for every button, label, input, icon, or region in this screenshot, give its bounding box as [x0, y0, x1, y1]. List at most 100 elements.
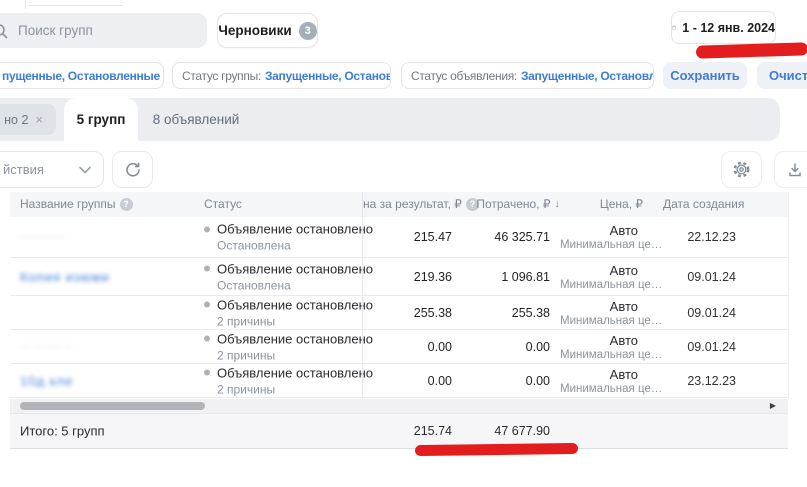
- tab-groups[interactable]: 5 групп: [64, 98, 138, 141]
- red-marker-under-totals: [415, 443, 578, 456]
- group-search-field[interactable]: [0, 13, 207, 48]
- chevron-down-icon: [79, 166, 91, 174]
- status-subtext: 2 причины: [217, 314, 373, 328]
- column-header-name: Название группы ?: [20, 192, 133, 217]
- price-cell: Авто Минимальная це…: [560, 333, 642, 361]
- column-header-name-label: Название группы: [20, 192, 116, 217]
- spent-value: 0.00: [470, 340, 550, 354]
- drafts-label: Черновики: [218, 23, 291, 38]
- status-subtext: Остановлена: [217, 239, 373, 253]
- status-dot-icon: [204, 302, 210, 308]
- date-range-picker[interactable]: 1 - 12 янв. 2024: [671, 11, 776, 44]
- column-header-cost-per-result[interactable]: на за результат, ₽ ?: [363, 192, 479, 217]
- cutoff-fragment-line: [25, 0, 26, 9]
- spent-value: 255.38: [470, 306, 550, 320]
- filter-chip-group-status[interactable]: Статус группы: Запущенные, Остановленные…: [172, 62, 391, 89]
- status-cell: Объявление остановлено 2 причины: [204, 297, 373, 328]
- filter-chip-label: Статус группы:: [182, 69, 261, 83]
- search-input[interactable]: [16, 22, 180, 39]
- price-strategy: Минимальная це…: [560, 383, 642, 395]
- filter-chip-value: Запущенные, Остановленные: [521, 69, 654, 83]
- created-date: 09.01.24: [650, 340, 736, 354]
- group-name-link[interactable]: Копия изюми: [20, 269, 110, 284]
- column-header-spent[interactable]: Потрачено, ₽ ↓: [465, 192, 560, 217]
- created-date: 09.01.24: [650, 306, 736, 320]
- cost-per-result-value: 255.38: [362, 306, 452, 320]
- status-cell: Объявление остановлено Остановлена: [204, 222, 373, 253]
- filter-chip-label: Статус объявления:: [411, 69, 517, 83]
- status-text: Объявление остановлено: [217, 331, 373, 346]
- group-name-link[interactable]: ∙∙∙∙∙∙∙∙∙∙∙∙: [20, 232, 65, 243]
- close-icon[interactable]: ×: [35, 112, 43, 127]
- red-marker-under-date: [696, 42, 807, 59]
- price-mode: Авто: [560, 263, 642, 278]
- column-header-status: Статус: [204, 192, 242, 217]
- status-text: Объявление остановлено: [217, 365, 373, 380]
- price-mode: Авто: [560, 333, 642, 348]
- status-dot-icon: [204, 336, 210, 342]
- totals-spent: 47 677.90: [460, 424, 550, 438]
- help-icon[interactable]: ?: [120, 198, 133, 211]
- status-subtext: 2 причины: [217, 348, 373, 362]
- column-header-created[interactable]: Дата создания: [663, 192, 744, 217]
- status-cell: Объявление остановлено Остановлена: [204, 261, 373, 292]
- group-name-link[interactable]: ∙∙∙ ∙∙∙∙∙∙∙ ∙∙: [20, 341, 73, 352]
- group-name-link[interactable]: 10д кле: [20, 373, 73, 388]
- actions-dropdown[interactable]: йствия: [0, 151, 104, 188]
- filter-chip-campaign-status[interactable]: пущенные, Остановленные ×: [0, 62, 164, 89]
- save-filters-button[interactable]: Сохранить: [663, 62, 747, 89]
- column-header-price[interactable]: Цена, ₽: [568, 192, 643, 217]
- search-icon: [0, 23, 8, 39]
- cost-per-result-value: 0.00: [362, 340, 452, 354]
- tab-ads[interactable]: 8 объявлений: [140, 98, 252, 141]
- clear-filters-button[interactable]: Очистить: [757, 62, 807, 89]
- download-icon: [787, 162, 803, 178]
- status-text: Объявление остановлено: [217, 261, 373, 276]
- price-mode: Авто: [560, 299, 642, 314]
- status-dot-icon: [204, 226, 210, 232]
- price-strategy: Минимальная це…: [560, 349, 642, 361]
- status-subtext: Остановлена: [217, 278, 373, 292]
- price-strategy: Минимальная це…: [560, 315, 642, 327]
- spent-value: 1 096.81: [470, 270, 550, 284]
- gear-icon: [732, 160, 751, 179]
- price-strategy: Минимальная це…: [560, 279, 642, 291]
- status-cell: Объявление остановлено 2 причины: [204, 331, 373, 362]
- selected-items-chip[interactable]: но 2 ×: [0, 104, 56, 135]
- refresh-icon: [124, 161, 142, 179]
- price-mode: Авто: [560, 223, 642, 238]
- totals-cost-per-result: 215.74: [352, 424, 452, 438]
- cost-per-result-value: 219.36: [362, 270, 452, 284]
- spent-value: 0.00: [470, 374, 550, 388]
- price-strategy: Минимальная це…: [560, 239, 642, 251]
- status-text: Объявление остановлено: [217, 222, 373, 237]
- table-right-edge: [788, 192, 789, 399]
- filter-chip-value: Запущенные, Остановленные: [265, 69, 391, 83]
- table-header: Название группы ? Статус на за результат…: [10, 192, 788, 217]
- created-date: 23.12.23: [650, 374, 736, 388]
- actions-dropdown-label: йствия: [3, 162, 44, 177]
- scrollbar-thumb[interactable]: [20, 402, 205, 410]
- status-dot-icon: [204, 370, 210, 376]
- cost-per-result-value: 0.00: [362, 374, 452, 388]
- spent-value: 46 325.71: [470, 230, 550, 244]
- drafts-count-badge: 3: [299, 22, 317, 40]
- ads-manager-screen: Черновики 3 1 - 12 янв. 2024 пущенные, О…: [0, 0, 807, 487]
- sort-desc-icon: ↓: [555, 192, 561, 217]
- scroll-right-arrow-icon[interactable]: ▶: [770, 401, 776, 410]
- column-header-spent-label: Потрачено, ₽: [476, 192, 550, 217]
- drafts-button[interactable]: Черновики 3: [217, 13, 318, 48]
- export-button[interactable]: [774, 151, 807, 188]
- refresh-button[interactable]: [112, 151, 153, 188]
- column-header-cpr-label: на за результат, ₽: [363, 192, 462, 217]
- table-settings-button[interactable]: [721, 151, 762, 188]
- price-mode: Авто: [560, 367, 642, 382]
- filter-chip-ad-status[interactable]: Статус объявления: Запущенные, Остановле…: [401, 62, 654, 89]
- table-row: ∙∙∙∙∙∙∙∙∙∙∙∙ Объявление остановлено Оста…: [10, 217, 788, 258]
- column-header-created-label: Дата создания: [663, 192, 744, 217]
- status-text: Объявление остановлено: [217, 297, 373, 312]
- column-header-price-label: Цена, ₽: [600, 192, 643, 217]
- price-cell: Авто Минимальная це…: [560, 299, 642, 327]
- price-cell: Авто Минимальная це…: [560, 223, 642, 251]
- horizontal-scrollbar[interactable]: ▶: [10, 399, 788, 413]
